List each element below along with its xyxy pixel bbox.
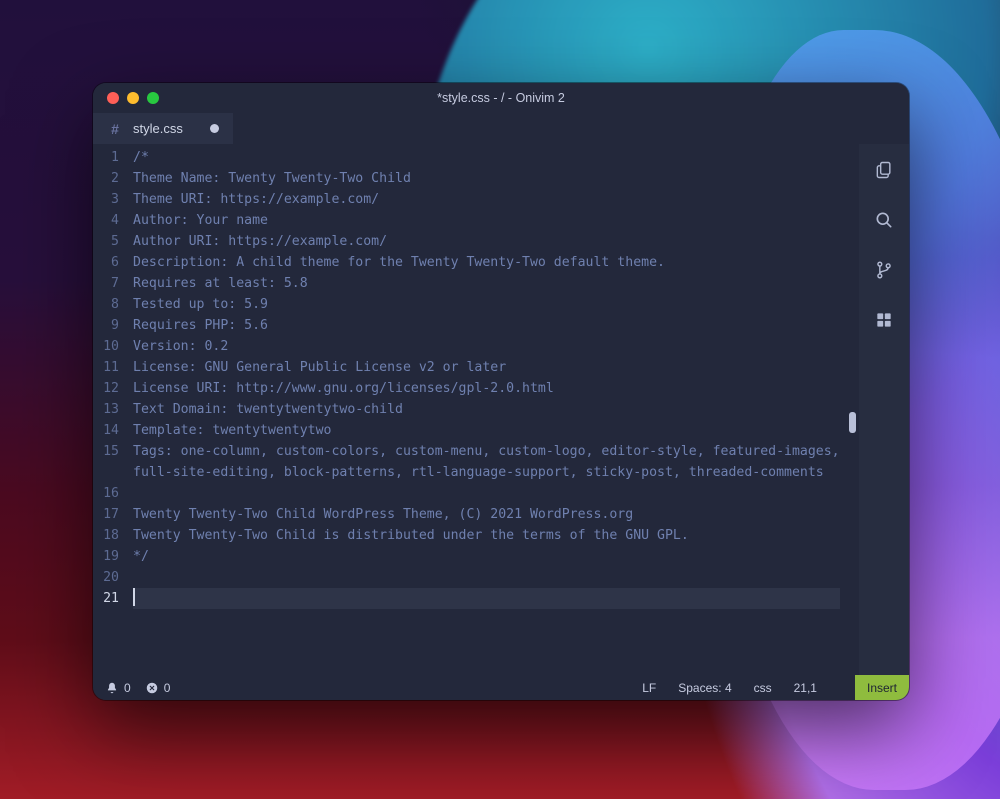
tab-label: style.css (133, 121, 183, 136)
code-area[interactable]: /*Theme Name: Twenty Twenty-Two ChildThe… (127, 144, 846, 675)
tab-style-css[interactable]: # style.css (93, 113, 233, 144)
code-line: Theme Name: Twenty Twenty-Two Child (133, 168, 840, 189)
code-line: Version: 0.2 (133, 336, 840, 357)
traffic-lights (93, 92, 159, 104)
code-line (133, 567, 840, 588)
vertical-scrollbar[interactable] (846, 144, 859, 675)
status-editor-mode[interactable]: Insert (855, 675, 909, 700)
error-icon (145, 681, 159, 695)
code-line: Requires at least: 5.8 (133, 273, 840, 294)
code-line: Tested up to: 5.9 (133, 294, 840, 315)
search-icon[interactable] (872, 208, 896, 232)
code-line: Twenty Twenty-Two Child is distributed u… (133, 525, 840, 546)
code-line: full-site-editing, block-patterns, rtl-l… (133, 462, 840, 483)
errors-count[interactable]: 0 (145, 681, 171, 695)
git-branch-icon[interactable] (872, 258, 896, 282)
status-bar: 0 0 LF Spaces: 4 css 21,1 Insert (93, 675, 909, 700)
close-window-button[interactable] (107, 92, 119, 104)
unsaved-indicator-icon (210, 124, 219, 133)
maximize-window-button[interactable] (147, 92, 159, 104)
status-cursor-position[interactable]: 21,1 (794, 681, 817, 695)
code-line: License URI: http://www.gnu.org/licenses… (133, 378, 840, 399)
code-line: Theme URI: https://example.com/ (133, 189, 840, 210)
code-line: Requires PHP: 5.6 (133, 315, 840, 336)
code-line (133, 588, 840, 609)
minimize-window-button[interactable] (127, 92, 139, 104)
line-number-gutter: 123456789101112131415161718192021 (93, 144, 127, 675)
window-title: *style.css - / - Onivim 2 (93, 91, 909, 105)
notifications-value: 0 (124, 681, 131, 695)
code-line: Description: A child theme for the Twent… (133, 252, 840, 273)
titlebar: *style.css - / - Onivim 2 (93, 83, 909, 113)
code-line: Tags: one-column, custom-colors, custom-… (133, 441, 840, 462)
tab-bar: # style.css (93, 113, 909, 144)
notifications-count[interactable]: 0 (105, 681, 131, 695)
code-line: /* (133, 147, 840, 168)
text-editor[interactable]: 123456789101112131415161718192021 /*Them… (93, 144, 859, 675)
bell-icon (105, 681, 119, 695)
text-cursor (133, 588, 135, 606)
code-line: Twenty Twenty-Two Child WordPress Theme,… (133, 504, 840, 525)
file-type-icon: # (107, 121, 123, 137)
code-line: Template: twentytwentytwo (133, 420, 840, 441)
errors-value: 0 (164, 681, 171, 695)
status-indentation[interactable]: Spaces: 4 (678, 681, 731, 695)
editor-window: *style.css - / - Onivim 2 # style.css 12… (93, 83, 909, 700)
code-line (133, 483, 840, 504)
files-icon[interactable] (872, 158, 896, 182)
activity-bar (859, 144, 909, 675)
code-line: Text Domain: twentytwentytwo-child (133, 399, 840, 420)
code-line: */ (133, 546, 840, 567)
extensions-icon[interactable] (872, 308, 896, 332)
scrollbar-thumb[interactable] (849, 412, 856, 433)
code-line: License: GNU General Public License v2 o… (133, 357, 840, 378)
status-language[interactable]: css (754, 681, 772, 695)
status-eol[interactable]: LF (642, 681, 656, 695)
code-line: Author: Your name (133, 210, 840, 231)
code-line: Author URI: https://example.com/ (133, 231, 840, 252)
